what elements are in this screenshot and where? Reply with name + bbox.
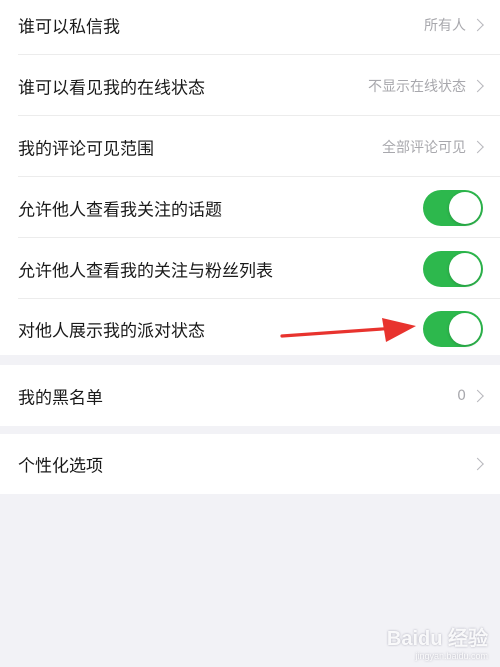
watermark-brand: Baidu 经验 (386, 628, 488, 650)
row-value: 所有人 (424, 17, 466, 34)
row-value: 不显示在线状态 (368, 78, 466, 95)
toggle-knob (449, 252, 481, 285)
chevron-right-icon (471, 18, 484, 31)
personalization-group: 个性化选项 (0, 434, 500, 494)
row-label: 谁可以私信我 (18, 17, 120, 37)
show-follow-fans-list-toggle[interactable] (423, 250, 483, 287)
watermark-url: jingyan.baidu.com (415, 651, 488, 661)
show-follow-fans-list-row: 允许他人查看我的关注与粉丝列表 (0, 238, 500, 299)
blacklist-row[interactable]: 我的黑名单 0 (0, 365, 500, 426)
row-label: 对他人展示我的派对状态 (18, 321, 205, 341)
row-label: 允许他人查看我关注的话题 (18, 200, 222, 220)
toggle-knob (449, 191, 481, 224)
blacklist-count: 0 (457, 387, 466, 404)
show-party-status-row: 对他人展示我的派对状态 (0, 298, 500, 359)
row-label: 谁可以看见我的在线状态 (18, 78, 205, 98)
show-followed-topics-toggle[interactable] (423, 189, 483, 226)
personalization-row[interactable]: 个性化选项 (0, 434, 500, 494)
online-status-visibility-row[interactable]: 谁可以看见我的在线状态 不显示在线状态 (0, 55, 500, 116)
annotation-arrow-icon (280, 318, 416, 342)
row-value: 全部评论可见 (382, 139, 466, 156)
chevron-right-icon (471, 140, 484, 153)
baidu-jingyan-watermark: Baidu 经验 jingyan.baidu.com (387, 622, 488, 661)
chevron-right-icon (471, 389, 484, 402)
row-label: 我的黑名单 (18, 388, 103, 408)
row-label: 我的评论可见范围 (18, 139, 154, 159)
who-can-message-me-row[interactable]: 谁可以私信我 所有人 (0, 0, 500, 55)
row-label: 个性化选项 (18, 456, 103, 477)
chevron-right-icon (471, 79, 484, 92)
blacklist-group: 我的黑名单 0 (0, 365, 500, 426)
row-label: 允许他人查看我的关注与粉丝列表 (18, 261, 273, 281)
comment-visibility-row[interactable]: 我的评论可见范围 全部评论可见 (0, 116, 500, 177)
toggle-knob (449, 312, 481, 345)
show-party-status-toggle[interactable] (423, 310, 483, 347)
show-followed-topics-row: 允许他人查看我关注的话题 (0, 177, 500, 238)
privacy-settings-group: 谁可以私信我 所有人 谁可以看见我的在线状态 不显示在线状态 我的评论可见范围 … (0, 0, 500, 355)
chevron-right-icon (471, 457, 484, 471)
